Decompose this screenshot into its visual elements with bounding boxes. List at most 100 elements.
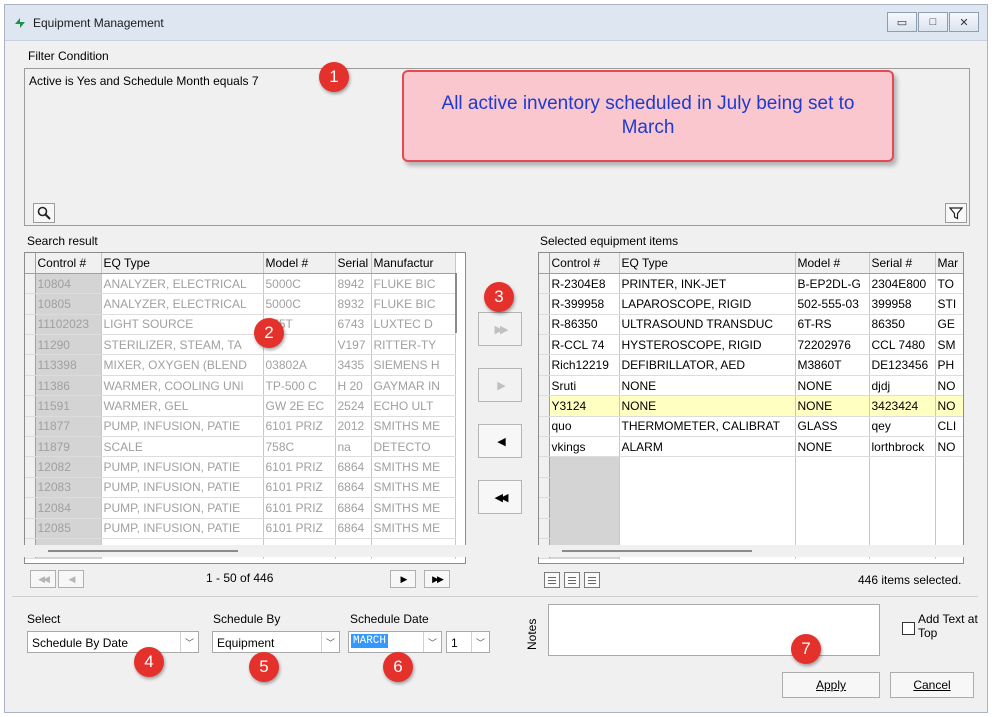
search-cell: na bbox=[335, 436, 372, 458]
search-cell: PUMP, INFUSION, PATIE bbox=[101, 518, 264, 539]
row-indicator[interactable] bbox=[25, 416, 36, 438]
search-row[interactable]: 10804 ANALYZER, ELECTRICAL 5000C 8942 FLUKE … bbox=[25, 273, 456, 295]
selected-header-1[interactable]: EQ Type bbox=[619, 253, 796, 274]
schedule-by-combo[interactable]: Equipment ﹀ bbox=[212, 631, 340, 653]
row-indicator[interactable] bbox=[25, 436, 36, 458]
maximize-button[interactable]: □ bbox=[918, 12, 948, 32]
selected-cell: LAPAROSCOPE, RIGID bbox=[619, 293, 796, 315]
search-row[interactable]: 12084 PUMP, INFUSION, PATIE 6101 PRIZ 6864 S… bbox=[25, 497, 456, 519]
selected-cell: DE123456 bbox=[869, 354, 936, 376]
add-selected-button[interactable]: ▶ bbox=[478, 368, 522, 402]
search-button[interactable] bbox=[33, 203, 55, 223]
row-indicator[interactable] bbox=[539, 293, 550, 315]
search-row[interactable]: 12082 PUMP, INFUSION, PATIE 6101 PRIZ 6864 S… bbox=[25, 456, 456, 478]
search-cell: 8932 bbox=[335, 293, 372, 315]
row-indicator[interactable] bbox=[25, 395, 36, 417]
search-header-4[interactable]: Manufactur bbox=[371, 253, 456, 274]
search-row[interactable]: 12085 PUMP, INFUSION, PATIE 6101 PRIZ 6864 S… bbox=[25, 518, 456, 539]
selected-items-grid[interactable]: Control # EQ Type Model # Serial # Mar R-230… bbox=[538, 252, 964, 564]
search-row[interactable]: 11386 WARMER, COOLING UNI TP-500 CH 20 GAYM… bbox=[25, 375, 456, 397]
export-icon[interactable] bbox=[544, 572, 560, 588]
document-icon[interactable] bbox=[564, 572, 580, 588]
search-row[interactable]: 11102023LIGHT SOURCE175T6743LUXTEC D bbox=[25, 314, 456, 336]
selected-header-3[interactable]: Serial # bbox=[869, 253, 936, 274]
cancel-button[interactable]: Cancel bbox=[890, 672, 974, 698]
selected-items-hscroll[interactable] bbox=[538, 545, 964, 557]
first-page-button[interactable]: ◀◀ bbox=[30, 570, 56, 588]
chevron-down-icon: ﹀ bbox=[423, 632, 441, 652]
notes-textarea[interactable] bbox=[548, 604, 880, 656]
selected-row[interactable]: R-2304E8 PRINTER, INK-JET B-EP2DL-G 2304E80… bbox=[539, 273, 963, 295]
search-cell: SMITHS ME bbox=[371, 456, 456, 478]
row-indicator[interactable] bbox=[539, 334, 550, 356]
selected-cell: GLASS bbox=[795, 416, 870, 438]
search-row[interactable]: 12083 PUMP, INFUSION, PATIE 6101 PRIZ 6864 S… bbox=[25, 477, 456, 499]
selected-row[interactable]: quo THERMOMETER, CALIBRAT GLASS qey CLI bbox=[539, 416, 963, 438]
search-header-1[interactable]: EQ Type bbox=[101, 253, 264, 274]
search-cell: 11290 bbox=[35, 334, 102, 356]
row-indicator[interactable] bbox=[25, 293, 36, 315]
add-text-checkbox[interactable] bbox=[902, 622, 915, 635]
selected-header-2[interactable]: Model # bbox=[795, 253, 870, 274]
row-indicator[interactable] bbox=[539, 436, 550, 458]
row-indicator[interactable] bbox=[539, 314, 550, 336]
search-row[interactable]: 11591 WARMER, GEL GW 2E EC 2524 ECHO ULT bbox=[25, 395, 456, 417]
selected-row[interactable]: Rich12219 DEFIBRILLATOR, AED M3860T DE12345… bbox=[539, 354, 963, 376]
row-indicator[interactable] bbox=[25, 314, 36, 336]
page-info-icon[interactable] bbox=[584, 572, 600, 588]
selected-row[interactable]: R-86350 ULTRASOUND TRANSDUC 6T-RS 86350 GE bbox=[539, 314, 963, 336]
search-result-grid[interactable]: Control # EQ Type Model # Serial Manufactur … bbox=[24, 252, 466, 564]
select-label: Select bbox=[27, 612, 61, 626]
search-result-hscroll[interactable] bbox=[24, 545, 466, 557]
selected-row[interactable]: vkings ALARM NONE lorthbrock NO bbox=[539, 436, 963, 458]
selected-cell: 3423424 bbox=[869, 395, 936, 417]
row-indicator[interactable] bbox=[25, 456, 36, 478]
search-header-0[interactable]: Control # bbox=[35, 253, 102, 274]
add-all-button[interactable]: ▶▶ bbox=[478, 312, 522, 346]
selected-row[interactable]: R-399958 LAPAROSCOPE, RIGID 502-555-03 3999… bbox=[539, 293, 963, 315]
row-indicator[interactable] bbox=[539, 354, 550, 376]
schedule-month-combo[interactable]: MARCH ﹀ bbox=[348, 631, 442, 653]
search-cell: LIGHT SOURCE bbox=[101, 314, 264, 336]
close-button[interactable]: ✕ bbox=[949, 12, 979, 32]
row-indicator[interactable] bbox=[539, 416, 550, 438]
row-indicator[interactable] bbox=[25, 497, 36, 519]
minimize-button[interactable]: ▭ bbox=[887, 12, 917, 32]
row-indicator[interactable] bbox=[539, 273, 550, 295]
apply-button[interactable]: Apply bbox=[782, 672, 880, 698]
search-row[interactable]: 10805 ANALYZER, ELECTRICAL 5000C 8932 FLUKE … bbox=[25, 293, 456, 315]
selected-row[interactable]: Sruti NONE NONE djdj NO bbox=[539, 375, 963, 397]
selected-cell: NONE bbox=[619, 395, 796, 417]
search-cell: PUMP, INFUSION, PATIE bbox=[101, 497, 264, 519]
search-cell: 6101 PRIZ bbox=[263, 518, 336, 539]
row-indicator[interactable] bbox=[25, 477, 36, 499]
search-header-2[interactable]: Model # bbox=[263, 253, 336, 274]
prev-page-button[interactable]: ◀ bbox=[58, 570, 84, 588]
row-indicator[interactable] bbox=[25, 334, 36, 356]
select-combo[interactable]: Schedule By Date ﹀ bbox=[27, 631, 199, 653]
next-page-button[interactable]: ▶ bbox=[390, 570, 416, 588]
search-row[interactable]: 11879 SCALE 758C na DETECTO bbox=[25, 436, 456, 458]
search-row[interactable]: 113398 MIXER, OXYGEN (BLEND 03802A 3435 SIEM… bbox=[25, 354, 456, 376]
last-page-button[interactable]: ▶▶ bbox=[424, 570, 450, 588]
search-row[interactable]: 11877 PUMP, INFUSION, PATIE 6101 PRIZ 2012 S… bbox=[25, 416, 456, 438]
row-indicator[interactable] bbox=[25, 375, 36, 397]
selected-row[interactable]: R-CCL 74 HYSTEROSCOPE, RIGID 72202976 CCL 7… bbox=[539, 334, 963, 356]
selected-row[interactable]: Y3124 NONE NONE 3423424 NO bbox=[539, 395, 963, 417]
row-indicator[interactable] bbox=[25, 354, 36, 376]
selected-header-0[interactable]: Control # bbox=[549, 253, 620, 274]
search-header-3[interactable]: Serial bbox=[335, 253, 372, 274]
selected-header-4[interactable]: Mar bbox=[935, 253, 963, 274]
remove-selected-button[interactable]: ◀ bbox=[478, 424, 522, 458]
selected-cell: vkings bbox=[549, 436, 620, 458]
search-result-vscroll[interactable] bbox=[455, 273, 457, 333]
filter-button[interactable] bbox=[945, 203, 967, 223]
search-cell: 12083 bbox=[35, 477, 102, 499]
remove-all-button[interactable]: ◀◀ bbox=[478, 480, 522, 514]
schedule-day-combo[interactable]: 1 ﹀ bbox=[446, 631, 490, 653]
row-indicator[interactable] bbox=[539, 395, 550, 417]
row-indicator[interactable] bbox=[25, 518, 36, 539]
row-indicator[interactable] bbox=[25, 273, 36, 295]
search-row[interactable]: 11290 STERILIZER, STEAM, TA V197 RITTER-TY bbox=[25, 334, 456, 356]
row-indicator[interactable] bbox=[539, 375, 550, 397]
